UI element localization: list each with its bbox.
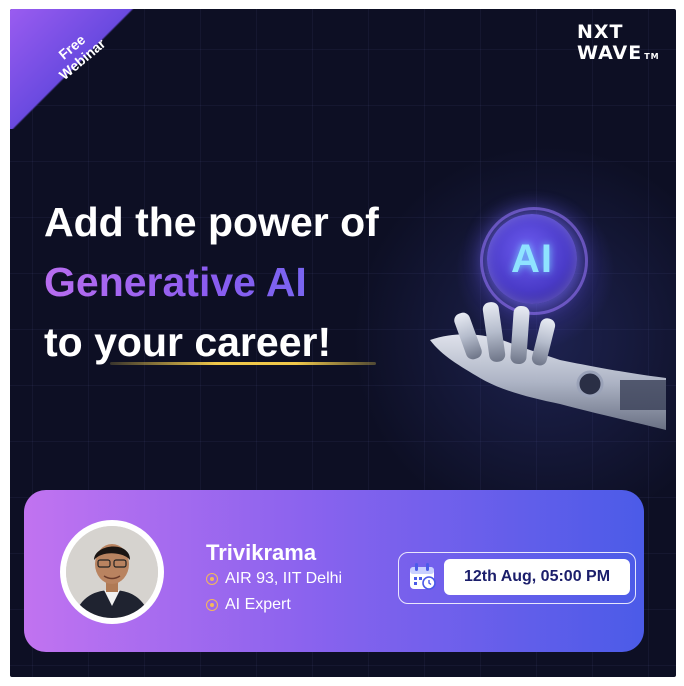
event-date-pill: 12th Aug, 05:00 PM (444, 559, 630, 595)
speaker-portrait-illustration (66, 526, 158, 618)
bullet-icon (206, 599, 218, 611)
headline-line-3-prefix: to (44, 319, 95, 365)
speaker-name: Trivikrama (206, 540, 317, 565)
logo-trademark: TM (644, 52, 660, 61)
speaker-photo (66, 526, 158, 618)
credential-1-text: AIR 93, IIT Delhi (225, 570, 343, 587)
bullet-icon (206, 573, 218, 585)
speaker-credential-2: AI Expert (206, 596, 291, 614)
ai-orb-label: AI (511, 236, 553, 281)
logo-line-2: WAVE TM (577, 42, 660, 68)
headline-line-1: Add the power of (44, 199, 379, 245)
headline: Add the power of Generative AI to your c… (44, 192, 379, 372)
logo-wave-text: WAVE (577, 42, 643, 64)
headline-underline (110, 362, 376, 365)
headline-line-2: Generative AI (44, 252, 379, 312)
brand-logo: NXT WAVE TM (577, 22, 660, 68)
speaker-credential-1: AIR 93, IIT Delhi (206, 570, 342, 588)
ai-orb: AI (487, 214, 577, 304)
free-webinar-ribbon: Free Webinar (10, 9, 160, 129)
calendar-icon (410, 563, 436, 590)
event-date-time: 12th Aug, 05:00 PM (463, 568, 611, 585)
credential-2-text: AI Expert (225, 596, 291, 613)
logo-line-1: NXT (577, 21, 624, 43)
robot-hand-illustration (430, 302, 666, 430)
headline-line-3-suffix: your career! (94, 319, 332, 365)
